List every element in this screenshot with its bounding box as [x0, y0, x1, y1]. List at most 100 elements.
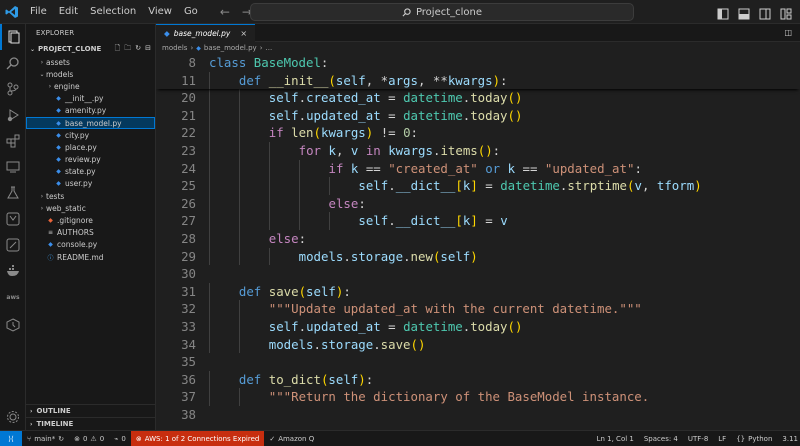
gutter [196, 353, 209, 371]
tree-file[interactable]: ◆ .gitignore [26, 214, 155, 226]
end-of-line[interactable]: LF [713, 431, 731, 446]
chevron-down-icon: ⌄ [39, 70, 45, 78]
indent-guide [238, 89, 240, 107]
tree-file[interactable]: ◆ state.py [26, 166, 155, 178]
code-token: """Update updated_at with the current da… [268, 301, 642, 317]
indent-guide [268, 141, 270, 160]
tree-file[interactable]: ◆ review.py [26, 154, 155, 166]
git-file-icon: ◆ [48, 217, 53, 225]
code-view[interactable]: 8 class BaseModel: 11 def __init__(self, *a… [156, 54, 800, 423]
collapse-all-icon[interactable]: ⊟ [145, 44, 151, 55]
source-control-icon[interactable] [0, 76, 26, 102]
code-token: def [238, 72, 262, 88]
code-token: to_dict [268, 371, 321, 387]
tree-file[interactable]: ◆ __init__.py [26, 93, 155, 105]
project-root-folder[interactable]: ⌄ PROJECT_CLONE 🗋 🗀 ↻ ⊟ [26, 42, 155, 56]
tree-file[interactable]: ◆ base_model.py [26, 116, 155, 130]
menu-item-selection[interactable]: Selection [84, 0, 142, 24]
command-center-search[interactable]: Project_clone [250, 3, 634, 21]
tree-folder[interactable]: › assets [26, 56, 155, 68]
tree-file[interactable]: ◆ place.py [26, 141, 155, 153]
tree-folder[interactable]: › web_static [26, 202, 155, 214]
explorer-sidebar: EXPLORER ⌄ PROJECT_CLONE 🗋 🗀 ↻ ⊟ › assets… [26, 24, 156, 430]
language-mode[interactable]: {} Python [731, 431, 777, 446]
explorer-icon[interactable] [0, 24, 26, 50]
split-editor-icon[interactable]: ◫ [784, 24, 800, 41]
docker-icon[interactable] [0, 258, 26, 284]
github-icon[interactable] [0, 206, 26, 232]
git-branch[interactable]: ⑂ main* ↻ [22, 431, 69, 446]
code-token: () [507, 90, 523, 106]
indent-guide [209, 141, 210, 160]
line-number: 34 [181, 336, 196, 352]
code-token: : [343, 283, 351, 299]
customize-layout-icon[interactable] [780, 5, 792, 20]
search-icon[interactable] [0, 50, 26, 76]
chevron-down-icon: ⌄ [30, 45, 36, 53]
code-token: self [268, 318, 299, 334]
settings-icon[interactable] [0, 404, 26, 430]
py-file-icon: ◆ [48, 241, 53, 249]
tab-base-model[interactable]: ◆ base_model.py × [156, 24, 256, 42]
code-token: : [358, 195, 366, 211]
sticky-scroll-line: 8 class BaseModel: [156, 54, 800, 72]
code-token: for [298, 142, 322, 158]
problems-indicator[interactable]: ⊗ 0 ⚠ 0 [69, 431, 109, 446]
code-token: : [634, 160, 642, 176]
tree-folder[interactable]: › tests [26, 190, 155, 202]
gitlens-icon[interactable] [0, 232, 26, 258]
code-token: () [477, 142, 493, 158]
timeline-icon[interactable] [0, 312, 26, 338]
code-token: kwargs [447, 72, 493, 88]
menu-item-go[interactable]: Go [178, 0, 204, 24]
code-line: 24 if k == "created_at" or k == "updated_… [156, 159, 800, 178]
menu-item-edit[interactable]: Edit [53, 0, 84, 24]
tree-file[interactable]: ⓘ README.md [26, 251, 155, 263]
toggle-secondary-sidebar-icon[interactable] [759, 5, 771, 20]
code-token: = [380, 107, 404, 123]
code-text: models.storage.save() [209, 335, 425, 354]
tree-file[interactable]: ≡ AUTHORS [26, 227, 155, 239]
tree-file[interactable]: ◆ amenity.py [26, 105, 155, 117]
indentation[interactable]: Spaces: 4 [639, 431, 683, 446]
gutter [196, 388, 209, 406]
gutter [196, 124, 209, 142]
toggle-primary-sidebar-icon[interactable] [717, 5, 729, 20]
testing-icon[interactable] [0, 180, 26, 206]
code-token: . [343, 248, 351, 264]
remote-indicator-icon[interactable]: ⟩⟨ [0, 430, 22, 446]
cursor-position[interactable]: Ln 1, Col 1 [592, 431, 639, 446]
encoding[interactable]: UTF-8 [683, 431, 713, 446]
breadcrumb-item[interactable]: ... [266, 44, 273, 52]
python-version[interactable]: 3.11 [777, 431, 800, 446]
run-debug-icon[interactable] [0, 102, 26, 128]
refresh-icon[interactable]: ↻ [135, 44, 141, 55]
remote-explorer-icon[interactable] [0, 154, 26, 180]
tree-file[interactable]: ◆ console.py [26, 239, 155, 251]
tree-file[interactable]: ◆ user.py [26, 178, 155, 190]
new-folder-icon[interactable]: 🗀 [124, 44, 131, 55]
aws-icon[interactable]: aws [0, 284, 26, 310]
code-token: ] [470, 178, 478, 194]
breadcrumb-item[interactable]: models [162, 44, 187, 52]
extensions-icon[interactable] [0, 128, 26, 154]
tree-folder[interactable]: › engine [26, 80, 155, 92]
back-arrow-icon[interactable]: ← [220, 5, 230, 19]
amazon-q-status[interactable]: ✓ Amazon Q [264, 431, 319, 446]
new-file-icon[interactable]: 🗋 [115, 44, 121, 55]
ports-indicator[interactable]: ⌁ 0 [109, 431, 131, 446]
menu-item-file[interactable]: File [24, 0, 53, 24]
aws-connection-status[interactable]: ⊗ AWS: 1 of 2 Connections Expired [130, 430, 265, 446]
tree-file[interactable]: ◆ city.py [26, 129, 155, 141]
timeline-section[interactable]: › TIMELINE [26, 417, 156, 430]
code-token: v [634, 178, 642, 194]
code-token: save [380, 336, 411, 352]
outline-section[interactable]: › OUTLINE [26, 404, 156, 417]
menu-item-view[interactable]: View [142, 0, 178, 24]
close-icon[interactable]: × [240, 29, 247, 38]
tree-folder[interactable]: ⌄ models [26, 68, 155, 80]
breadcrumb-item[interactable]: base_model.py [204, 44, 257, 52]
toggle-panel-icon[interactable] [738, 5, 750, 20]
code-token: args [388, 72, 418, 88]
